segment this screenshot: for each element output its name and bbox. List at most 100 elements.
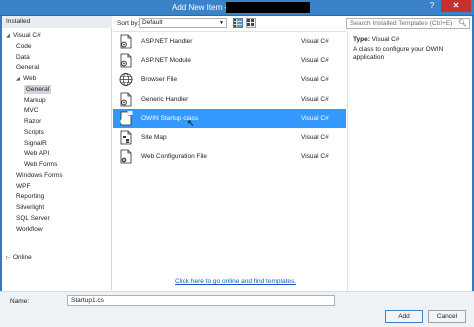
template-name: ASP.NET Handler	[141, 38, 193, 45]
tree-item-label: Scripts	[24, 128, 44, 136]
list-view-icon	[234, 19, 242, 27]
grid-view-icon	[247, 19, 254, 26]
detail-type: Type: Visual C#	[353, 36, 399, 43]
template-language: Visual C#	[301, 57, 329, 65]
tree-item-label: General	[16, 64, 40, 72]
type-value: Visual C#	[371, 36, 400, 43]
name-label: Name:	[10, 298, 30, 305]
sitemap-icon	[119, 130, 133, 145]
template-description: A class to configure your OWIN applicati…	[353, 46, 444, 61]
tree-item-label: Data	[16, 53, 30, 61]
template-language: Visual C#	[301, 38, 329, 45]
tree-item-online[interactable]: ▷ Online	[6, 253, 32, 262]
close-button[interactable]: ✕	[441, 0, 471, 12]
config-file-icon	[119, 149, 133, 164]
tree-item[interactable]: General	[24, 84, 52, 94]
tree-item[interactable]: Reporting	[16, 192, 44, 201]
tree-item-label: Workflow	[16, 225, 43, 233]
tree-item[interactable]: Data	[16, 53, 30, 62]
template-language: Visual C#	[301, 76, 329, 84]
tree-item-label: Web Forms	[24, 161, 58, 168]
template-row[interactable]: Site Map Visual C#	[113, 128, 346, 147]
template-row[interactable]: Web Configuration File Visual C#	[113, 147, 346, 166]
template-language: Visual C#	[301, 95, 329, 103]
tree-item-label: General	[26, 85, 50, 93]
name-field[interactable]: Startup1.cs	[67, 295, 335, 306]
tree-item-label: Visual C#	[13, 32, 41, 39]
template-language: Visual C#	[301, 134, 329, 141]
tree-item[interactable]: ◢ Visual C#	[6, 31, 41, 40]
tree-item[interactable]: WPF	[16, 182, 30, 191]
tree-item-label: SignalR	[24, 139, 47, 147]
expand-arrow-icon[interactable]: ▷	[6, 254, 13, 263]
details-pane: Type: Visual C# A class to configure you…	[347, 31, 472, 291]
tree-item-label: MVC	[24, 107, 39, 115]
tree-item[interactable]: SignalR	[24, 139, 47, 148]
search-icon[interactable]: 🔍︎	[458, 19, 467, 28]
template-row[interactable]: Browser File Visual C#	[113, 70, 346, 89]
search-input[interactable]: Search Installed Templates (Ctrl+E) 🔍︎	[346, 18, 470, 29]
tree-item-label: WPF	[16, 182, 31, 190]
help-button[interactable]: ?	[426, 0, 438, 12]
tree-item[interactable]: Scripts	[24, 128, 44, 137]
tree-item[interactable]: SQL Server	[16, 214, 50, 223]
detail-view-button[interactable]	[246, 18, 256, 28]
globe-icon	[119, 72, 133, 87]
handler-file-icon	[119, 92, 133, 107]
redacted-title-part	[226, 2, 310, 13]
installed-header[interactable]: Installed	[2, 16, 112, 28]
installed-label: Installed	[6, 18, 31, 25]
template-row[interactable]: ASP.NET Module Visual C#	[113, 51, 346, 70]
template-language: Visual C#	[301, 114, 329, 122]
template-row[interactable]: Generic Handler Visual C#	[113, 90, 346, 109]
tree-item[interactable]: Razor	[24, 117, 41, 126]
class-file-icon	[119, 110, 133, 126]
tree-item-label: Markup	[24, 96, 46, 104]
tree-item-label: Windows Forms	[16, 171, 63, 179]
tree-item-label: Code	[16, 42, 32, 50]
tree-item[interactable]: Web API	[24, 149, 49, 158]
template-name: ASP.NET Module	[141, 57, 191, 65]
template-name: Site Map	[141, 134, 167, 141]
type-label: Type:	[353, 36, 370, 43]
chevron-down-icon: ▼	[219, 20, 224, 26]
tree-item[interactable]: Code	[16, 42, 32, 51]
tree-item-label: Reporting	[16, 193, 45, 201]
tree-item[interactable]: Silverlight	[16, 203, 44, 212]
cancel-button[interactable]: Cancel	[428, 310, 466, 323]
tree-item-label: Razor	[24, 118, 42, 125]
bottom-bar: Name: Startup1.cs Add Cancel	[0, 291, 474, 327]
search-placeholder: Search Installed Templates (Ctrl+E)	[350, 20, 453, 27]
tree-item[interactable]: ◢ Web	[16, 74, 36, 83]
module-file-icon	[119, 53, 133, 68]
tree-item[interactable]: Web Forms	[24, 160, 57, 169]
tree-item-label: Online	[13, 254, 32, 261]
tree-item-label: SQL Server	[16, 214, 50, 222]
window-title: Add New Item -	[172, 3, 228, 12]
find-templates-online-link[interactable]: Click here to go online and find templat…	[175, 278, 296, 285]
sort-dropdown[interactable]: Default ▼	[139, 18, 227, 28]
tree-item[interactable]: Markup	[24, 96, 46, 105]
tree-item[interactable]: General	[16, 63, 39, 72]
add-button[interactable]: Add	[385, 310, 423, 323]
collapse-arrow-icon[interactable]: ◢	[6, 32, 13, 41]
sort-value: Default	[142, 19, 163, 26]
category-tree: Installed ◢ Visual C# Code Data General ◢ Web G…	[2, 16, 112, 290]
tree-item[interactable]: Workflow	[16, 225, 43, 234]
sort-label: Sort by:	[117, 20, 140, 27]
template-list: ASP.NET Handler Visual C# ASP.NET Module Vi…	[113, 31, 346, 281]
list-view-button[interactable]	[233, 18, 243, 28]
template-name: Web Configuration File	[141, 153, 207, 161]
tree-item-label: Web API	[24, 150, 50, 158]
template-name: Generic Handler	[141, 95, 189, 103]
template-row[interactable]: ASP.NET Handler Visual C#	[113, 32, 346, 51]
name-value: Startup1.cs	[71, 297, 104, 304]
handler-file-icon	[119, 34, 133, 49]
template-language: Visual C#	[301, 153, 329, 161]
collapse-arrow-icon[interactable]: ◢	[16, 75, 23, 84]
tree-item[interactable]: Windows Forms	[16, 171, 63, 180]
template-name: Browser File	[141, 76, 178, 84]
template-row[interactable]: OWIN Startup class Visual C# ↖	[113, 108, 346, 128]
tree-item-label: Web	[23, 75, 37, 82]
tree-item[interactable]: MVC	[24, 106, 38, 115]
